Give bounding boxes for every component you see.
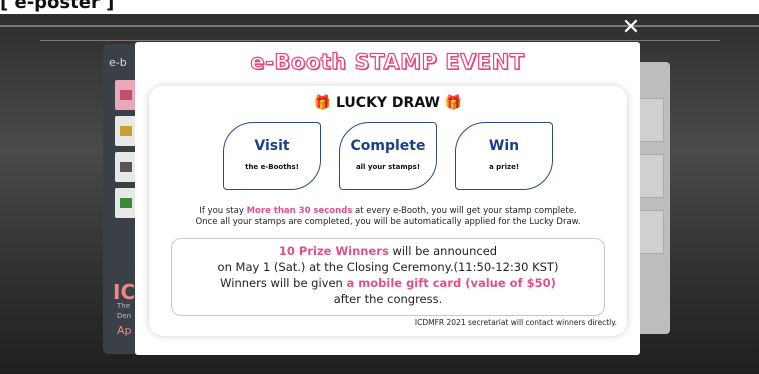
prize-line: on May 1 (Sat.) at the Closing Ceremony.…	[217, 260, 559, 274]
sidebar-text: Ap	[117, 324, 132, 337]
desc-highlight: More than 30 seconds	[246, 206, 353, 216]
step-title: Win	[488, 138, 520, 154]
modal-title: e-Booth STAMP EVENT	[250, 49, 525, 74]
gift-icon: 🎁	[313, 95, 332, 111]
desc-text: at every e-Booth, you will get your stam…	[352, 206, 577, 216]
close-icon[interactable]: ✕	[621, 17, 641, 39]
step-subtitle: all your stamps!	[355, 163, 421, 171]
lucky-draw-text: LUCKY DRAW	[336, 95, 440, 111]
step-subtitle: the e-Booths!	[245, 163, 299, 171]
sidebar-logo: IC	[113, 280, 136, 304]
sidebar-text: The	[117, 302, 131, 310]
steps-row: Visit the e-Booths! Complete all your st…	[223, 122, 553, 192]
lucky-draw-heading: 🎁 LUCKY DRAW 🎁	[149, 95, 627, 111]
desc-text: If you stay	[199, 206, 247, 216]
contact-note: ICDMFR 2021 secretariat will contact win…	[414, 318, 617, 327]
page-header: [ e-poster ]	[0, 0, 115, 13]
gift-icon: 🎁	[444, 95, 463, 111]
sidebar-text: Den	[117, 312, 132, 320]
prize-text: Winners will be given	[220, 276, 347, 290]
step-subtitle: a prize!	[488, 163, 520, 171]
prize-line: after the congress.	[333, 292, 443, 306]
page-header-bar: [ e-poster ]	[0, 0, 759, 14]
step-visit: Visit the e-Booths!	[223, 122, 321, 190]
desc-text: Once all your stamps are completed, you …	[195, 217, 581, 227]
event-description: If you stay More than 30 seconds at ever…	[149, 206, 627, 228]
ceiling-light	[0, 25, 759, 27]
prize-highlight: 10 Prize Winners	[278, 244, 389, 258]
booth-sidebar-label: e-b	[109, 56, 127, 69]
step-win: Win a prize!	[455, 122, 553, 190]
prize-line: 10 Prize Winners will be announced	[172, 244, 604, 258]
step-title: Complete	[350, 138, 426, 154]
prize-text: will be announced	[388, 244, 498, 258]
step-title: Visit	[254, 138, 290, 154]
stamp-event-modal: e-Booth STAMP EVENT 🎁 LUCKY DRAW 🎁 Visit…	[135, 42, 640, 355]
prize-highlight: a mobile gift card (value of $50)	[346, 276, 556, 290]
event-card: 🎁 LUCKY DRAW 🎁 Visit the e-Booths! Compl…	[149, 86, 627, 336]
ceiling-light	[40, 40, 720, 41]
prize-box: 10 Prize Winners will be announced on Ma…	[171, 238, 605, 316]
prize-line: Winners will be given a mobile gift card…	[172, 276, 604, 290]
step-complete: Complete all your stamps!	[339, 122, 437, 190]
